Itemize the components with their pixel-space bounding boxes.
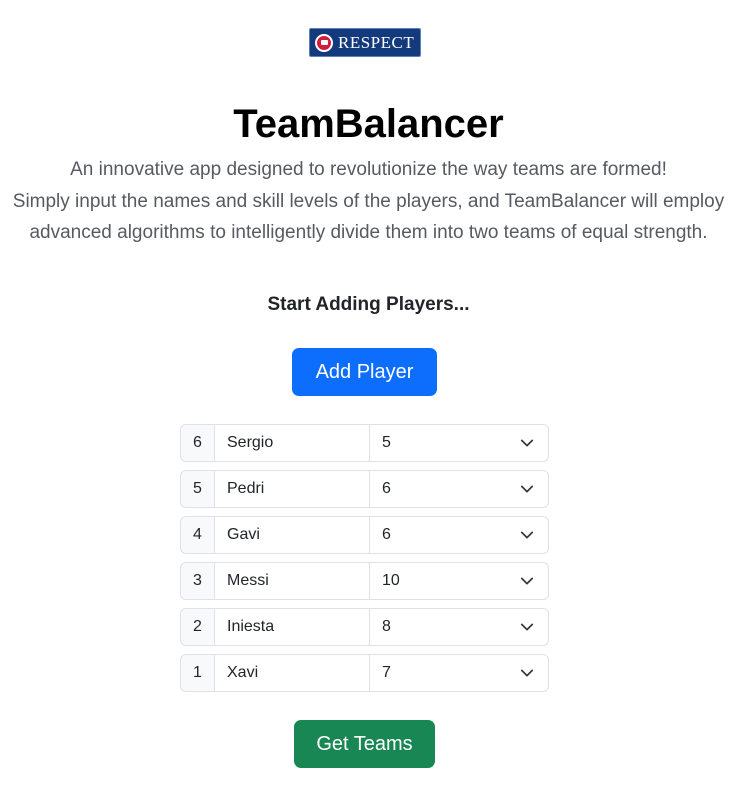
section-heading: Start Adding Players... bbox=[267, 294, 470, 315]
player-row: 3 10 bbox=[180, 562, 549, 600]
player-name-input[interactable] bbox=[215, 608, 370, 646]
player-number: 1 bbox=[180, 654, 215, 692]
description-line: Simply input the names and skill levels … bbox=[12, 190, 725, 212]
skill-value: 8 bbox=[382, 618, 391, 635]
skill-select[interactable]: 8 bbox=[370, 608, 549, 646]
player-number: 6 bbox=[180, 424, 215, 462]
player-row: 5 6 bbox=[180, 470, 549, 508]
skill-value: 5 bbox=[382, 434, 391, 451]
player-name-input[interactable] bbox=[215, 654, 370, 692]
skill-value: 6 bbox=[382, 480, 391, 497]
skill-select[interactable]: 5 bbox=[370, 424, 549, 462]
skill-value: 6 bbox=[382, 526, 391, 543]
chevron-down-icon bbox=[520, 623, 534, 631]
player-name-input[interactable] bbox=[215, 516, 370, 554]
player-name-input[interactable] bbox=[215, 470, 370, 508]
player-row: 6 5 bbox=[180, 424, 549, 462]
chevron-down-icon bbox=[520, 531, 534, 539]
player-number: 2 bbox=[180, 608, 215, 646]
description-line: advanced algorithms to intelligently div… bbox=[29, 222, 708, 243]
chevron-down-icon bbox=[520, 669, 534, 677]
player-row: 2 8 bbox=[180, 608, 549, 646]
player-number: 5 bbox=[180, 470, 215, 508]
respect-logo: RESPECT bbox=[309, 28, 421, 57]
skill-select[interactable]: 6 bbox=[370, 470, 549, 508]
skill-select[interactable]: 7 bbox=[370, 654, 549, 692]
description-line: An innovative app designed to revolution… bbox=[70, 159, 667, 180]
player-name-input[interactable] bbox=[215, 424, 370, 462]
page-title: TeamBalancer bbox=[233, 102, 504, 146]
add-player-button[interactable]: Add Player bbox=[292, 348, 437, 396]
page: RESPECT TeamBalancer An innovative app d… bbox=[0, 0, 737, 792]
logo-text: RESPECT bbox=[338, 32, 415, 52]
chevron-down-icon bbox=[520, 439, 534, 447]
get-teams-button[interactable]: Get Teams bbox=[294, 720, 435, 768]
player-number: 3 bbox=[180, 562, 215, 600]
skill-value: 10 bbox=[382, 572, 400, 589]
chevron-down-icon bbox=[520, 577, 534, 585]
skill-select[interactable]: 6 bbox=[370, 516, 549, 554]
player-row: 4 6 bbox=[180, 516, 549, 554]
respect-emblem-icon bbox=[315, 33, 333, 52]
player-number: 4 bbox=[180, 516, 215, 554]
skill-value: 7 bbox=[382, 664, 391, 681]
player-list: 6 5 5 6 4 6 3 bbox=[180, 424, 549, 700]
player-name-input[interactable] bbox=[215, 562, 370, 600]
player-row: 1 7 bbox=[180, 654, 549, 692]
skill-select[interactable]: 10 bbox=[370, 562, 549, 600]
chevron-down-icon bbox=[520, 485, 534, 493]
app-description: An innovative app designed to revolution… bbox=[0, 154, 737, 249]
